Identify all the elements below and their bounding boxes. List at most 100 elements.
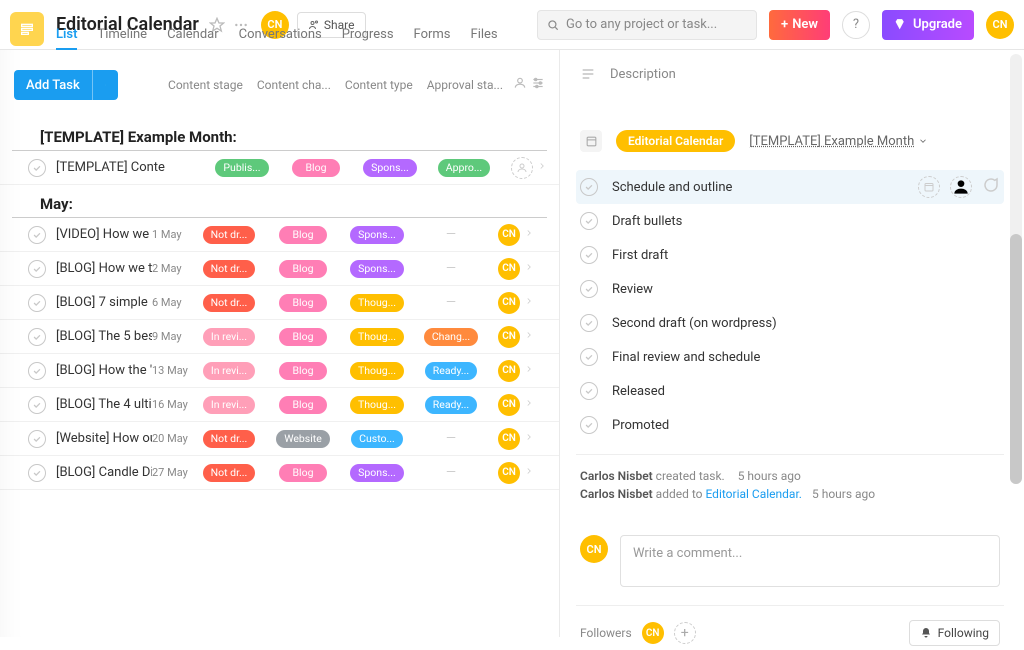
open-chevron-icon[interactable] (524, 261, 534, 276)
tag-pill[interactable]: In revi... (203, 396, 255, 414)
scrollbar-thumb[interactable] (1010, 234, 1022, 484)
tag-pill[interactable]: Ready... (425, 396, 477, 414)
subtask-row[interactable]: Review (576, 272, 1004, 306)
app-icon[interactable] (10, 12, 44, 46)
tab-timeline[interactable]: Timeline (97, 27, 147, 50)
search-input[interactable]: Go to any project or task... (537, 10, 757, 40)
subtask-row[interactable]: Promoted (576, 408, 1004, 442)
tag-pill[interactable]: Not dr... (203, 430, 256, 448)
assignee-avatar[interactable]: CN (498, 394, 520, 416)
task-row[interactable]: [BLOG] Candle Di27 MayNot dr...BlogSpons… (0, 456, 559, 490)
subtask-checkbox[interactable] (580, 314, 598, 332)
subtask-checkbox[interactable] (580, 178, 598, 196)
assignee-avatar[interactable]: CN (498, 462, 520, 484)
complete-checkbox[interactable] (28, 430, 46, 448)
breadcrumb-project-pill[interactable]: Editorial Calendar (616, 130, 735, 152)
tag-pill[interactable]: Spons... (363, 159, 417, 177)
tag-pill[interactable]: Spons... (350, 226, 404, 244)
open-chevron-icon[interactable] (524, 465, 534, 480)
complete-checkbox[interactable] (28, 260, 46, 278)
subtask-comment-icon[interactable] (982, 176, 1000, 194)
tab-list[interactable]: List (56, 27, 77, 50)
tab-progress[interactable]: Progress (342, 27, 394, 50)
task-row[interactable]: [BLOG] The 5 bes9 MayIn revi...BlogThoug… (0, 320, 559, 354)
tag-pill[interactable]: Spons... (350, 464, 404, 482)
breadcrumb-section-link[interactable]: [TEMPLATE] Example Month (749, 134, 928, 149)
tag-pill[interactable]: Publis... (215, 159, 268, 177)
open-chevron-icon[interactable] (524, 431, 534, 446)
assignee-avatar[interactable]: CN (498, 360, 520, 382)
open-chevron-icon[interactable] (524, 329, 534, 344)
assignee-avatar[interactable]: CN (498, 224, 520, 246)
settings-column-icon[interactable] (531, 76, 545, 94)
task-row[interactable]: [BLOG] The 4 ultir16 MayIn revi...BlogTh… (0, 388, 559, 422)
subtask-row[interactable]: Schedule and outline (576, 170, 1004, 204)
tag-pill[interactable]: Blog (292, 159, 340, 177)
tag-pill[interactable]: Not dr... (203, 464, 256, 482)
tag-pill[interactable]: Custo... (351, 430, 403, 448)
tag-pill[interactable]: Thoug... (350, 294, 404, 312)
complete-checkbox[interactable] (28, 328, 46, 346)
tag-pill[interactable]: Spons... (350, 260, 404, 278)
tag-pill[interactable]: Not dr... (203, 260, 256, 278)
section-title[interactable]: [TEMPLATE] Example Month: (12, 110, 547, 151)
tag-pill[interactable]: Blog (279, 362, 327, 380)
open-chevron-icon[interactable] (524, 227, 534, 242)
complete-checkbox[interactable] (28, 294, 46, 312)
help-button[interactable]: ? (842, 11, 870, 39)
tag-pill[interactable]: Not dr... (203, 294, 256, 312)
tag-pill[interactable]: Thoug... (350, 328, 404, 346)
tag-pill[interactable]: Thoug... (350, 362, 404, 380)
task-row[interactable]: [BLOG] How we tu2 MayNot dr...BlogSpons.… (0, 252, 559, 286)
task-row[interactable]: [TEMPLATE] Content naPublis...BlogSpons.… (0, 151, 559, 185)
subtask-row[interactable]: First draft (576, 238, 1004, 272)
tag-pill[interactable]: Blog (279, 226, 327, 244)
new-button[interactable]: New (769, 10, 830, 40)
assignee-avatar[interactable]: CN (498, 292, 520, 314)
task-row[interactable]: [BLOG] How the '13 MayIn revi...BlogThou… (0, 354, 559, 388)
column-header[interactable]: Content type (345, 78, 413, 92)
subtask-checkbox[interactable] (580, 348, 598, 366)
complete-checkbox[interactable] (28, 396, 46, 414)
complete-checkbox[interactable] (28, 159, 46, 177)
column-header[interactable]: Approval sta... (427, 78, 503, 92)
tag-pill[interactable]: Blog (279, 260, 327, 278)
subtask-assignee-icon[interactable] (950, 176, 972, 198)
tag-pill[interactable]: Blog (279, 464, 327, 482)
tag-pill[interactable]: Appro... (438, 159, 490, 177)
tag-pill[interactable]: Blog (279, 396, 327, 414)
tag-pill[interactable]: Ready... (425, 362, 477, 380)
task-row[interactable]: [VIDEO] How we t1 MayNot dr...BlogSpons.… (0, 218, 559, 252)
subtask-checkbox[interactable] (580, 416, 598, 434)
column-header[interactable]: Content stage (168, 78, 243, 92)
assignee-empty[interactable] (511, 157, 533, 179)
subtask-row[interactable]: Draft bullets (576, 204, 1004, 238)
comment-input[interactable]: Write a comment... (620, 535, 1000, 587)
tag-pill[interactable]: Blog (279, 294, 327, 312)
assignee-avatar[interactable]: CN (498, 428, 520, 450)
scrollbar[interactable] (1010, 54, 1022, 484)
task-row[interactable]: [Website] How ou20 MayNot dr...WebsiteCu… (0, 422, 559, 456)
complete-checkbox[interactable] (28, 464, 46, 482)
subtask-row[interactable]: Final review and schedule (576, 340, 1004, 374)
tag-pill[interactable]: In revi... (203, 362, 255, 380)
user-avatar[interactable]: CN (986, 11, 1014, 39)
open-chevron-icon[interactable] (537, 160, 547, 175)
subtask-row[interactable]: Second draft (on wordpress) (576, 306, 1004, 340)
subtask-row[interactable]: Released (576, 374, 1004, 408)
add-follower-button[interactable]: + (674, 622, 696, 644)
tag-pill[interactable]: Blog (279, 328, 327, 346)
open-chevron-icon[interactable] (524, 397, 534, 412)
task-row[interactable]: [BLOG] 7 simple le6 MayNot dr...BlogThou… (0, 286, 559, 320)
subtask-checkbox[interactable] (580, 212, 598, 230)
subtask-checkbox[interactable] (580, 382, 598, 400)
tag-pill[interactable]: Not dr... (203, 226, 256, 244)
section-title[interactable]: May: (12, 185, 547, 218)
assignee-avatar[interactable]: CN (498, 258, 520, 280)
add-task-chevron[interactable] (92, 70, 118, 100)
subtask-date-icon[interactable] (918, 176, 940, 198)
open-chevron-icon[interactable] (524, 363, 534, 378)
breadcrumb-icon[interactable] (580, 130, 602, 152)
subtask-checkbox[interactable] (580, 280, 598, 298)
open-chevron-icon[interactable] (524, 295, 534, 310)
